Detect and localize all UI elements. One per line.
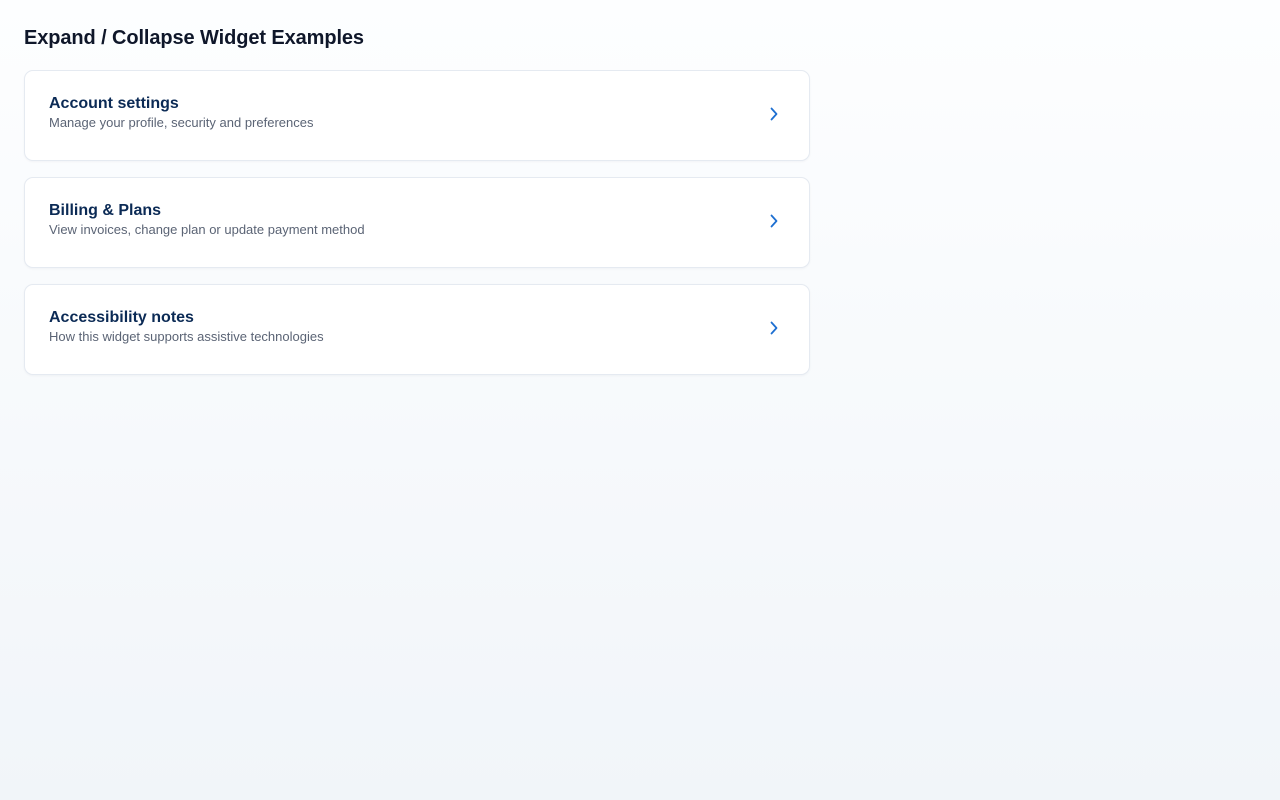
accordion-item-billing-plans[interactable]: Billing & Plans View invoices, change pl… xyxy=(24,177,810,268)
page-title: Expand / Collapse Widget Examples xyxy=(24,27,364,49)
accordion-item-title: Billing & Plans xyxy=(49,202,162,219)
accordion-item-description: Manage your profile, security and prefer… xyxy=(49,115,314,130)
page: Expand / Collapse Widget Examples Accoun… xyxy=(0,0,1280,800)
accordion-item-account-settings[interactable]: Account settings Manage your profile, se… xyxy=(24,70,810,161)
accordion-item-text: Billing & Plans View invoices, change pl… xyxy=(49,201,365,239)
accordion-item-title: Account settings xyxy=(49,95,179,112)
accordion-item-text: Accessibility notes How this widget supp… xyxy=(49,308,324,346)
accordion-item-description: View invoices, change plan or update pay… xyxy=(49,222,365,237)
accordion: Account settings Manage your profile, se… xyxy=(24,70,810,375)
chevron-right-icon[interactable] xyxy=(767,320,781,336)
accordion-item-text: Account settings Manage your profile, se… xyxy=(49,94,313,132)
chevron-right-icon[interactable] xyxy=(767,106,781,122)
accordion-item-description: How this widget supports assistive techn… xyxy=(49,329,324,344)
accordion-item-title: Accessibility notes xyxy=(49,309,194,326)
chevron-right-icon[interactable] xyxy=(767,213,781,229)
accordion-item-accessibility-notes[interactable]: Accessibility notes How this widget supp… xyxy=(24,284,810,375)
